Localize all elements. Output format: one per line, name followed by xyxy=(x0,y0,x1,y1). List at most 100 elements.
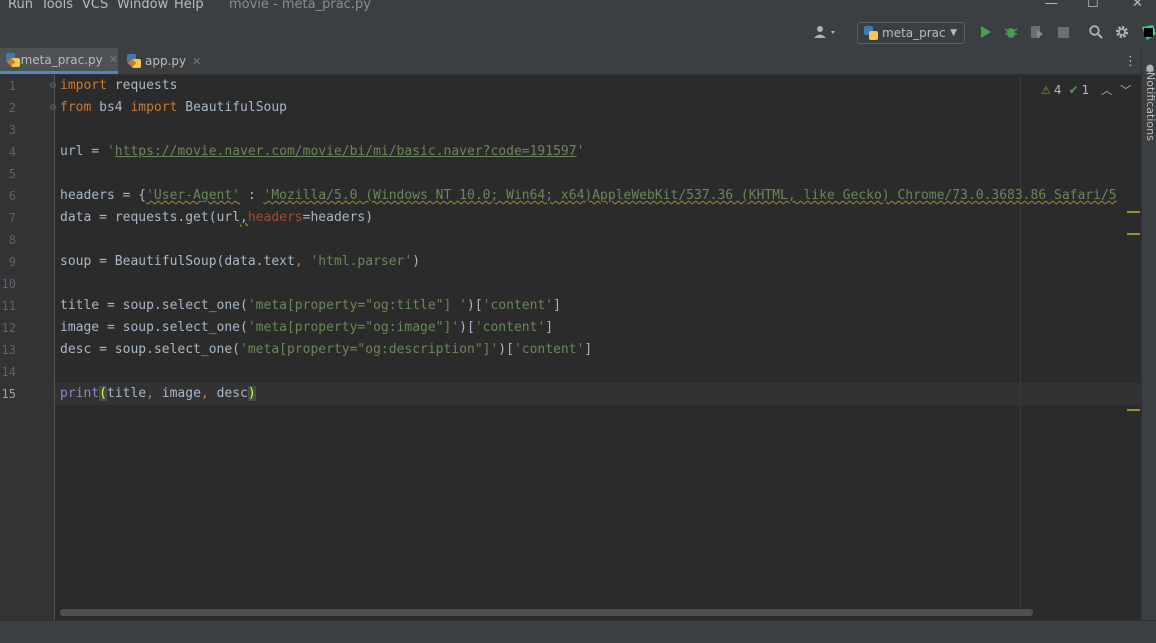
code-text: ] xyxy=(584,342,593,357)
fold-marker-icon[interactable]: ⊖ xyxy=(49,103,57,113)
code-string: 'meta[property="og:description"]' xyxy=(240,342,499,357)
menu-help[interactable]: Help xyxy=(174,0,204,11)
minimize-icon[interactable]: — xyxy=(1045,0,1058,10)
line-number: 11 xyxy=(1,299,16,313)
close-tab-icon[interactable]: ✕ xyxy=(109,53,118,66)
menu-vcs[interactable]: VCS xyxy=(82,0,108,11)
code-text: title = soup.select_one( xyxy=(60,298,248,313)
stop-icon[interactable] xyxy=(1056,24,1070,40)
inspection-widget[interactable]: ⚠ 4 ✔ 1 ︿ ﹀ xyxy=(1041,82,1131,98)
account-icon[interactable] xyxy=(812,24,840,40)
chevron-up-icon[interactable]: ︿ xyxy=(1101,82,1112,98)
chevron-down-icon[interactable]: ﹀ xyxy=(1120,82,1131,98)
code-line: soup = BeautifulSoup(data.text, 'html.pa… xyxy=(60,254,420,270)
tab-app[interactable]: app.py ✕ xyxy=(121,48,203,74)
line-number: 6 xyxy=(8,189,16,203)
more-tabs-icon[interactable]: ⋮ xyxy=(1124,54,1137,69)
code-line: data = requests.get(url,headers=headers) xyxy=(60,210,373,226)
code-text: desc = soup.select_one( xyxy=(60,342,241,357)
fold-marker-icon[interactable]: ⊖ xyxy=(49,81,57,91)
code-line: import requests xyxy=(60,78,177,94)
warning-stripe-marker[interactable] xyxy=(1127,409,1140,411)
code-line: title = soup.select_one('meta[property="… xyxy=(60,298,561,314)
line-number: 7 xyxy=(8,211,16,225)
menu-tools[interactable]: Tools xyxy=(41,0,73,11)
python-file-icon xyxy=(864,26,878,40)
code-line-current: print(title, image, desc) xyxy=(60,386,256,402)
code-paren-match: ) xyxy=(247,386,256,401)
code-text: )[ xyxy=(498,342,514,357)
code-keyword: from xyxy=(60,100,92,115)
code-string-quote: ' xyxy=(106,144,115,159)
menu-run[interactable]: Run xyxy=(8,0,33,11)
search-icon[interactable] xyxy=(1088,24,1104,40)
code-url-link[interactable]: https://movie.naver.com/movie/bi/mi/basi… xyxy=(115,144,577,159)
code-line: from bs4 import BeautifulSoup xyxy=(60,100,287,116)
line-number: 1 xyxy=(8,79,16,93)
notifications-tool-window-button[interactable]: Notifications xyxy=(1144,72,1156,141)
code-text: soup = BeautifulSoup(data.text xyxy=(60,254,295,269)
code-text: )[ xyxy=(459,320,475,335)
line-number: 2 xyxy=(8,101,16,115)
pycharm-logo-icon[interactable] xyxy=(1140,24,1156,40)
warning-icon: ⚠ xyxy=(1041,83,1051,97)
code-text: , xyxy=(294,254,311,269)
warning-count: 4 xyxy=(1053,83,1062,97)
code-text: bs4 xyxy=(91,100,131,115)
line-number: 5 xyxy=(8,167,16,181)
horizontal-scrollbar[interactable] xyxy=(60,609,1033,616)
code-string: 'content' xyxy=(513,342,585,357)
line-number-current: 15 xyxy=(1,387,16,401)
code-string: 'User-Agent' xyxy=(146,188,241,203)
run-configuration-select[interactable]: meta_prac ▼ xyxy=(857,22,965,44)
warning-stripe-marker[interactable] xyxy=(1127,211,1140,213)
code-text: , xyxy=(240,210,248,225)
coverage-icon[interactable] xyxy=(1029,24,1045,40)
python-file-icon xyxy=(6,52,20,67)
code-string: 'html.parser' xyxy=(310,254,413,269)
code-keyword: import xyxy=(130,100,178,115)
menu-bar: Run Tools VCS Window Help movie - meta_p… xyxy=(0,0,1156,14)
code-builtin: print xyxy=(60,386,100,401)
main-toolbar: meta_prac ▼ xyxy=(0,14,1156,48)
chevron-down-icon: ▼ xyxy=(950,28,957,38)
code-text: headers = { xyxy=(60,188,147,203)
code-text: BeautifulSoup xyxy=(177,100,287,115)
tab-label: meta_prac.py xyxy=(20,52,103,67)
code-text: ] xyxy=(553,298,561,313)
code-string: 'content' xyxy=(474,320,546,335)
bell-icon[interactable] xyxy=(1145,58,1155,73)
code-text: : xyxy=(240,188,264,203)
code-string: 'meta[property="og:title"] ' xyxy=(247,298,467,313)
run-configuration-label: meta_prac xyxy=(882,26,946,40)
code-line: url = 'https://movie.naver.com/movie/bi/… xyxy=(60,144,584,160)
right-margin-guide xyxy=(1020,75,1021,608)
code-line: headers = {'User-Agent' : 'Mozilla/5.0 (… xyxy=(60,188,1117,204)
code-text: data = requests.get(url xyxy=(60,210,241,225)
tab-meta-prac[interactable]: meta_prac.py ✕ xyxy=(0,48,118,74)
code-text: title xyxy=(106,386,147,401)
close-window-icon[interactable]: ✕ xyxy=(1132,0,1143,10)
code-text: desc xyxy=(216,386,248,401)
code-text: image xyxy=(161,386,201,401)
code-text: , xyxy=(200,386,217,401)
warning-stripe-marker[interactable] xyxy=(1127,233,1140,235)
maximize-icon[interactable]: ☐ xyxy=(1087,0,1099,10)
menu-window[interactable]: Window xyxy=(117,0,168,11)
code-text: requests xyxy=(106,78,178,93)
debug-icon[interactable] xyxy=(1003,24,1019,40)
line-number: 4 xyxy=(8,145,16,159)
editor-tab-bar: meta_prac.py ✕ app.py ✕ xyxy=(0,48,1141,75)
window-title: movie - meta_prac.py xyxy=(229,0,371,12)
line-number: 10 xyxy=(1,277,16,291)
status-bar xyxy=(0,620,1156,643)
typo-count: 1 xyxy=(1081,83,1090,97)
line-number: 8 xyxy=(8,233,16,247)
code-paren-match: ( xyxy=(99,386,107,401)
run-icon[interactable] xyxy=(977,24,993,40)
line-number: 14 xyxy=(1,365,16,379)
code-string: 'meta[property="og:image"]' xyxy=(247,320,460,335)
close-tab-icon[interactable]: ✕ xyxy=(192,55,201,68)
gear-icon[interactable] xyxy=(1114,24,1130,40)
line-number: 3 xyxy=(8,123,16,137)
